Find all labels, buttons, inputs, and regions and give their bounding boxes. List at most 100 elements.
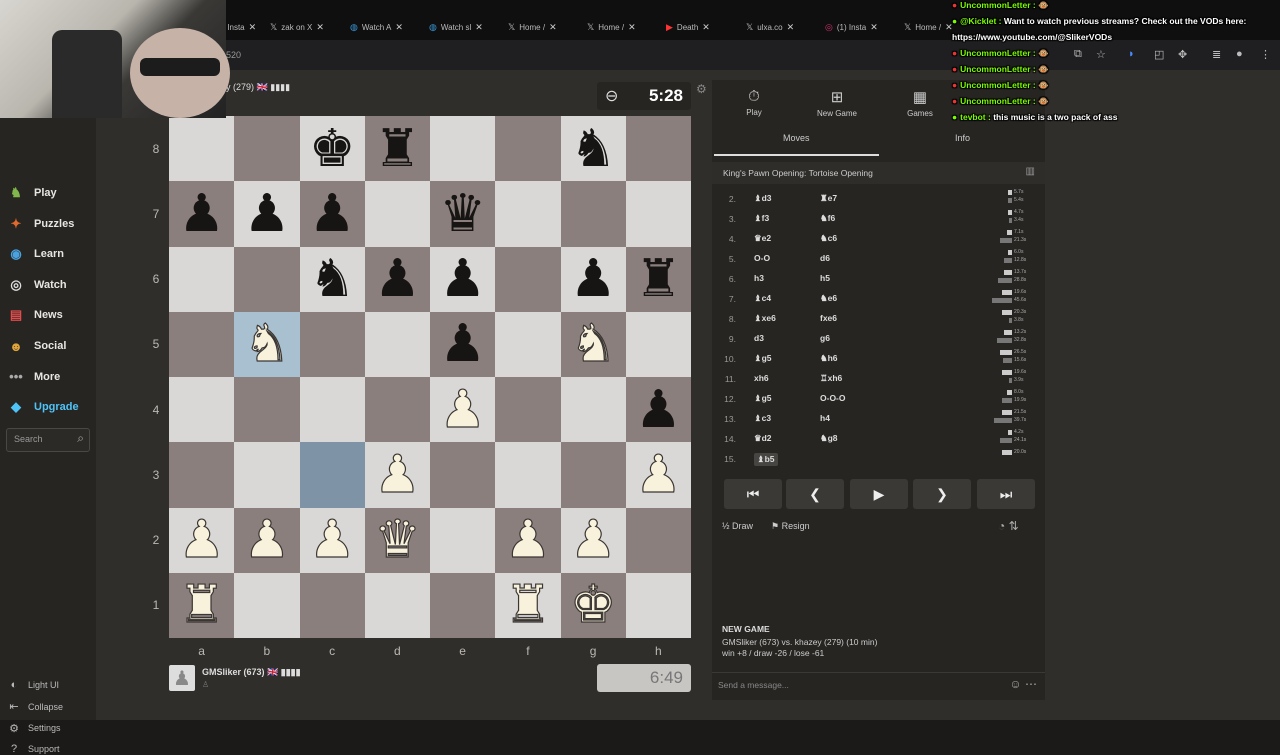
- square-b6[interactable]: [234, 246, 300, 312]
- emoji-more-icon[interactable]: ☺ ⋯: [1009, 677, 1037, 691]
- black-move[interactable]: ♞c6: [820, 233, 837, 244]
- white-move[interactable]: xh6: [754, 373, 769, 383]
- previous-move-button[interactable]: ❮: [786, 479, 844, 509]
- tab-info[interactable]: Info: [955, 133, 970, 143]
- white-move[interactable]: h3: [754, 273, 764, 283]
- square-a2[interactable]: ♟: [169, 507, 235, 573]
- square-d3[interactable]: ♟: [364, 442, 430, 508]
- sidebar-icon[interactable]: ≣: [1212, 48, 1221, 61]
- square-h6[interactable]: ♜: [625, 246, 691, 312]
- sidebar-item-watch[interactable]: ◎ Watch: [8, 274, 66, 296]
- black-pawn-icon[interactable]: ♟: [439, 253, 486, 305]
- black-pawn-icon[interactable]: ♟: [309, 188, 356, 240]
- white-move[interactable]: ♝f3: [754, 213, 769, 224]
- square-e3[interactable]: [430, 442, 496, 508]
- last-move-button[interactable]: ⏭: [977, 479, 1035, 509]
- close-tab-icon[interactable]: ✕: [475, 22, 483, 33]
- browser-tab[interactable]: 𝕏 Home / ✕: [508, 17, 582, 37]
- square-h8[interactable]: [625, 116, 691, 182]
- profile-icon[interactable]: ●: [1236, 48, 1243, 60]
- square-d5[interactable]: [364, 311, 430, 377]
- browser-tab[interactable]: ◍ Watch sl ✕: [429, 17, 503, 37]
- black-move[interactable]: g6: [820, 333, 830, 343]
- black-move[interactable]: ♞e6: [820, 293, 837, 304]
- black-move[interactable]: ♞h6: [820, 353, 838, 364]
- square-c7[interactable]: ♟: [299, 181, 365, 247]
- white-move[interactable]: O-O: [754, 253, 770, 263]
- sidebar-item-puzzles[interactable]: ✦ Puzzles: [8, 213, 75, 235]
- square-e6[interactable]: ♟: [430, 246, 496, 312]
- white-pawn-icon[interactable]: ♟: [439, 383, 487, 436]
- square-g1[interactable]: ♚: [560, 572, 626, 638]
- close-tab-icon[interactable]: ✕: [549, 22, 557, 33]
- square-g2[interactable]: ♟: [560, 507, 626, 573]
- browser-tab[interactable]: ◎ (1) Insta ✕: [825, 17, 899, 37]
- square-f2[interactable]: ♟: [495, 507, 561, 573]
- tab-games[interactable]: ▦ Games: [878, 88, 962, 118]
- flip-board-icon[interactable]: ⇅: [1009, 519, 1019, 533]
- square-b7[interactable]: ♟: [234, 181, 300, 247]
- black-pawn-icon[interactable]: ♟: [178, 188, 225, 240]
- board-settings-gear-icon[interactable]: ⚙: [696, 82, 707, 96]
- white-pawn-icon[interactable]: ♟: [634, 448, 682, 501]
- browser-tab[interactable]: 𝕏ulxa.co ✕: [746, 17, 820, 37]
- square-d2[interactable]: ♛: [364, 507, 430, 573]
- white-rook-icon[interactable]: ♜: [178, 579, 226, 632]
- square-e2[interactable]: [430, 507, 496, 573]
- square-g5[interactable]: ♞: [560, 311, 626, 377]
- close-tab-icon[interactable]: ✕: [870, 22, 878, 33]
- square-g4[interactable]: [560, 377, 626, 443]
- square-d6[interactable]: ♟: [364, 246, 430, 312]
- black-move[interactable]: ♞g8: [820, 433, 838, 444]
- square-c4[interactable]: [299, 377, 365, 443]
- black-pawn-icon[interactable]: ♟: [635, 384, 682, 436]
- white-knight-icon[interactable]: ♞: [243, 318, 291, 371]
- white-move[interactable]: ♝d3: [754, 193, 772, 204]
- black-move[interactable]: ♜e7: [820, 193, 837, 204]
- browser-tab[interactable]: ▶ Death ✕: [666, 17, 740, 37]
- sidebar-footer-light-ui[interactable]: ◐ Light UI: [8, 679, 59, 691]
- black-knight-icon[interactable]: ♞: [309, 253, 356, 305]
- white-pawn-icon[interactable]: ♟: [308, 514, 356, 567]
- black-rook-icon[interactable]: ♜: [635, 253, 682, 305]
- white-move[interactable]: ♝g5: [754, 393, 772, 404]
- black-move[interactable]: d6: [820, 253, 830, 263]
- square-b8[interactable]: [234, 116, 300, 182]
- tab-new-game[interactable]: ⊞ New Game: [795, 88, 879, 118]
- sidebar-item-learn[interactable]: ◉ Learn: [8, 243, 64, 265]
- square-e4[interactable]: ♟: [430, 377, 496, 443]
- white-queen-icon[interactable]: ♛: [373, 514, 421, 567]
- white-pawn-icon[interactable]: ♟: [373, 448, 421, 501]
- square-h2[interactable]: [625, 507, 691, 573]
- white-move[interactable]: ♛d2: [754, 433, 772, 444]
- white-rook-icon[interactable]: ♜: [504, 579, 552, 632]
- square-f6[interactable]: [495, 246, 561, 312]
- chess-board[interactable]: ♚ ♜ ♞ ♟ ♟ ♟ ♛ ♞ ♟ ♟ ♟ ♜ ♞ ♟ ♞ ♟ ♟ ♟ ♟ ♟ ♟ ♟ ♛ ♟ ♟ ♜ ♜ ♚: [169, 116, 691, 638]
- black-queen-icon[interactable]: ♛: [439, 188, 486, 240]
- square-a7[interactable]: ♟: [169, 181, 235, 247]
- browser-tab[interactable]: ◍ Watch A ✕: [350, 17, 424, 37]
- black-pawn-icon[interactable]: ♟: [439, 318, 486, 370]
- square-c2[interactable]: ♟: [299, 507, 365, 573]
- black-pawn-icon[interactable]: ♟: [374, 253, 421, 305]
- search-icon[interactable]: ⌕: [77, 431, 84, 446]
- square-h3[interactable]: ♟: [625, 442, 691, 508]
- square-f3[interactable]: [495, 442, 561, 508]
- square-f1[interactable]: ♜: [495, 572, 561, 638]
- puzzle-extension-icon[interactable]: ✥: [1178, 48, 1187, 61]
- black-knight-icon[interactable]: ♞: [570, 123, 617, 175]
- square-f8[interactable]: [495, 116, 561, 182]
- white-move[interactable]: ♝g5: [754, 353, 772, 364]
- square-g6[interactable]: ♟: [560, 246, 626, 312]
- black-pawn-icon[interactable]: ♟: [244, 188, 291, 240]
- square-f5[interactable]: [495, 311, 561, 377]
- square-d8[interactable]: ♜: [364, 116, 430, 182]
- white-move[interactable]: ♝c4: [754, 293, 771, 304]
- black-pawn-icon[interactable]: ♟: [570, 253, 617, 305]
- sidebar-item-upgrade[interactable]: ◆ Upgrade: [8, 396, 79, 418]
- square-h5[interactable]: [625, 311, 691, 377]
- white-knight-icon[interactable]: ♞: [569, 318, 617, 371]
- play-button[interactable]: ▶: [850, 479, 908, 509]
- square-b4[interactable]: [234, 377, 300, 443]
- black-move[interactable]: ♖xh6: [820, 373, 842, 384]
